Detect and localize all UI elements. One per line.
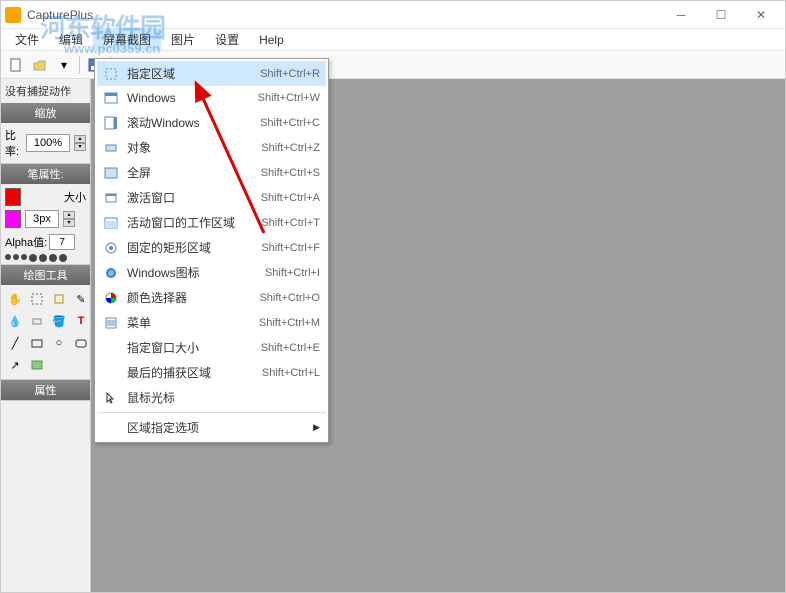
tool-fill[interactable]: 🪣 (49, 311, 69, 331)
color-magenta[interactable] (5, 210, 21, 228)
tb-new[interactable] (5, 54, 27, 76)
app-icon (5, 7, 21, 23)
tool-image[interactable] (27, 355, 47, 375)
dd-object[interactable]: 对象 Shift+Ctrl+Z (97, 135, 326, 160)
dd-active[interactable]: 激活窗口 Shift+Ctrl+A (97, 185, 326, 210)
tools-header: 绘图工具 (1, 265, 90, 285)
px-up[interactable]: ▴ (63, 211, 75, 219)
ratio-label: 比率: (5, 127, 22, 159)
menu-screenshot[interactable]: 屏幕截图 (93, 28, 161, 51)
workarea-icon (103, 215, 119, 231)
winicon-icon (103, 265, 119, 281)
tool-rect[interactable] (27, 333, 47, 353)
tool-hand[interactable]: ✋ (5, 289, 25, 309)
tb-dropdown[interactable]: ▾ (53, 54, 75, 76)
menu-file[interactable]: 文件 (5, 28, 49, 51)
tool-picker[interactable]: 💧 (5, 311, 25, 331)
size-label: 大小 (64, 189, 86, 205)
dropdown-separator (97, 412, 326, 413)
submenu-arrow-icon: ▶ (313, 422, 320, 433)
dd-fixed[interactable]: 固定的矩形区域 Shift+Ctrl+F (97, 235, 326, 260)
dd-menu[interactable]: 菜单 Shift+Ctrl+M (97, 310, 326, 335)
tool-crop[interactable] (49, 289, 69, 309)
region-icon (103, 66, 119, 82)
tool-eraser[interactable] (27, 311, 47, 331)
alpha-label: Alpha值: (5, 234, 47, 250)
maximize-button[interactable]: ☐ (701, 2, 741, 28)
scroll-icon (103, 115, 119, 131)
tool-circle[interactable]: ○ (49, 333, 69, 353)
menu-edit[interactable]: 编辑 (49, 28, 93, 51)
dd-scroll[interactable]: 滚动Windows Shift+Ctrl+C (97, 110, 326, 135)
window-icon (103, 90, 119, 106)
tb-open[interactable] (29, 54, 51, 76)
fixed-icon (103, 240, 119, 256)
menu-icon (103, 315, 119, 331)
tool-roundrect[interactable] (71, 333, 91, 353)
screenshot-dropdown: 指定区域 Shift+Ctrl+R Windows Shift+Ctrl+W 滚… (94, 58, 329, 443)
tool-pencil[interactable]: ✎ (71, 289, 91, 309)
dd-region[interactable]: 指定区域 Shift+Ctrl+R (97, 61, 326, 86)
ratio-input[interactable] (26, 134, 70, 152)
tool-arrow[interactable]: ↗ (5, 355, 25, 375)
cursor-icon (103, 390, 119, 406)
tool-text[interactable]: T (71, 311, 91, 331)
props-header: 属性 (1, 380, 90, 400)
menu-image[interactable]: 图片 (161, 28, 205, 51)
fullscreen-icon (103, 165, 119, 181)
dd-workarea[interactable]: 活动窗口的工作区域 Shift+Ctrl+T (97, 210, 326, 235)
dd-colorpicker[interactable]: 颜色选择器 Shift+Ctrl+O (97, 285, 326, 310)
px-input[interactable] (25, 210, 59, 228)
color-red[interactable] (5, 188, 21, 206)
alpha-input[interactable] (49, 234, 75, 250)
object-icon (103, 140, 119, 156)
colorpicker-icon (103, 290, 119, 306)
px-down[interactable]: ▾ (63, 219, 75, 227)
zoom-header: 缩放 (1, 103, 90, 123)
titlebar: CapturePlus ─ ☐ ✕ (1, 1, 785, 29)
dd-lastregion[interactable]: 最后的捕获区域 Shift+Ctrl+L (97, 360, 326, 385)
tool-line[interactable]: ╱ (5, 333, 25, 353)
menu-help[interactable]: Help (249, 30, 294, 50)
ratio-up[interactable]: ▴ (74, 135, 86, 143)
dd-windows[interactable]: Windows Shift+Ctrl+W (97, 86, 326, 110)
active-icon (103, 190, 119, 206)
minimize-button[interactable]: ─ (661, 2, 701, 28)
tool-select[interactable] (27, 289, 47, 309)
left-panel: 没有捕捉动作 缩放 比率: ▴ ▾ 笔属性: (1, 79, 91, 592)
window-title: CapturePlus (27, 8, 661, 22)
pen-header: 笔属性: (1, 164, 90, 184)
dd-winsize[interactable]: 指定窗口大小 Shift+Ctrl+E (97, 335, 326, 360)
menu-settings[interactable]: 设置 (205, 28, 249, 51)
dd-winicon[interactable]: Windows图标 Shift+Ctrl+I (97, 260, 326, 285)
capture-status: 没有捕捉动作 (1, 79, 90, 103)
dd-regionoptions[interactable]: 区域指定选项 ▶ (97, 415, 326, 440)
menubar: 文件 编辑 屏幕截图 图片 设置 Help (1, 29, 785, 51)
dd-cursor[interactable]: 鼠标光标 (97, 385, 326, 410)
close-button[interactable]: ✕ (741, 2, 781, 28)
dd-fullscreen[interactable]: 全屏 Shift+Ctrl+S (97, 160, 326, 185)
ratio-down[interactable]: ▾ (74, 143, 86, 151)
